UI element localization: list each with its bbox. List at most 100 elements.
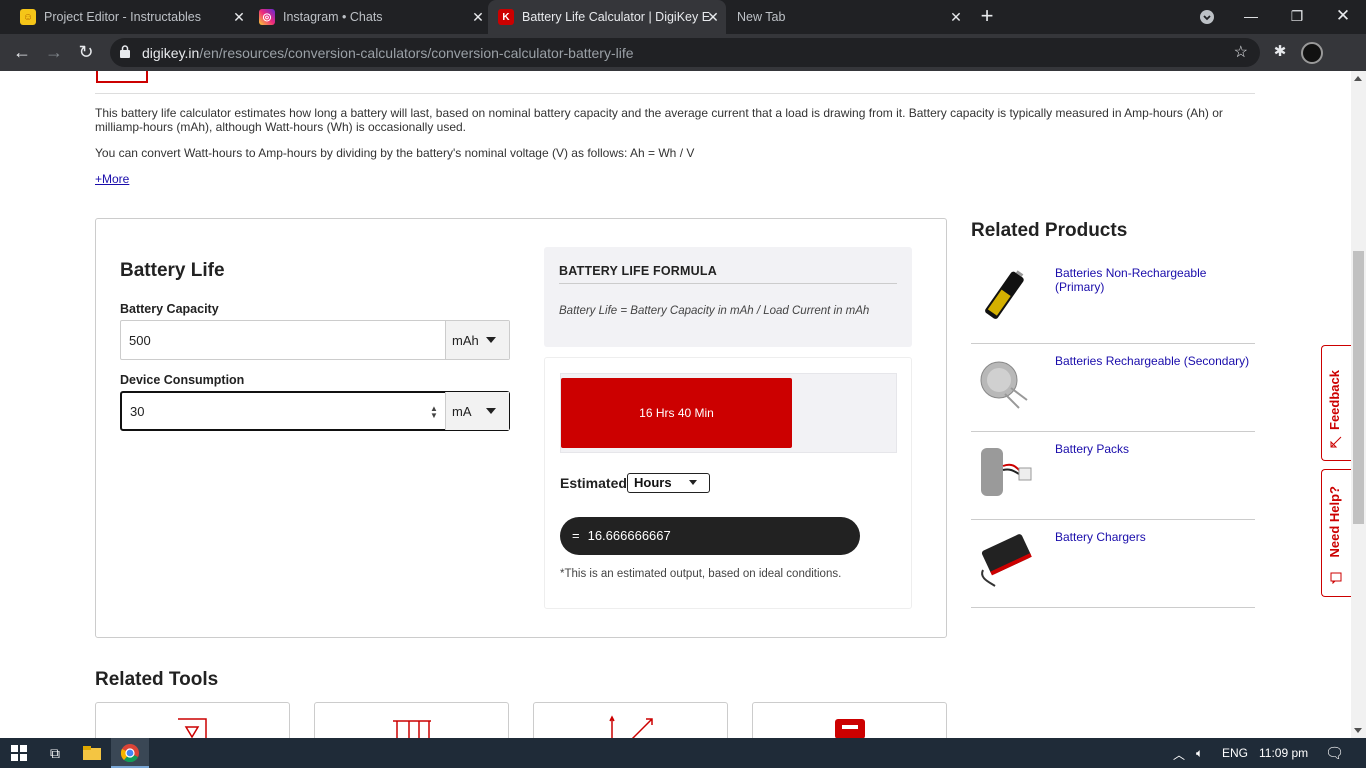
browser-toolbar: ← → ↻ digikey.in/en/resources/conversion…	[0, 34, 1366, 71]
battery-life-calculator: Battery Life Battery Capacity 500 mAh De…	[95, 218, 947, 638]
related-tools-title: Related Tools	[95, 669, 219, 690]
feedback-label: Feedback	[1327, 370, 1342, 430]
feedback-tab[interactable]: Feedback	[1321, 345, 1351, 461]
number-spinner-icon[interactable]: ▲ ▼	[430, 405, 438, 420]
tab-title: New Tab	[737, 10, 786, 24]
estimated-label: Estimated	[560, 475, 627, 491]
chat-bubble-icon	[1330, 572, 1342, 584]
result-output: = 16.666666667	[560, 517, 860, 555]
capacity-unit-value: mAh	[452, 333, 479, 348]
chevron-down-icon	[486, 337, 496, 343]
close-icon[interactable]: ✕	[704, 8, 722, 26]
related-tool-card[interactable]	[314, 702, 509, 738]
language-indicator[interactable]: ENG	[1222, 746, 1248, 760]
extensions-puzzle-icon[interactable]: ✱	[1271, 43, 1289, 61]
scroll-up-icon[interactable]	[1354, 76, 1362, 81]
close-icon[interactable]: ✕	[469, 8, 487, 26]
product-link[interactable]: Batteries Rechargeable (Secondary)	[1055, 354, 1255, 368]
device-consumption-input[interactable]: 30	[130, 404, 144, 419]
product-link[interactable]: Batteries Non-Rechargeable (Primary)	[1055, 266, 1255, 294]
tab-instagram[interactable]: ◎ Instagram • Chats ✕	[251, 0, 487, 34]
calculator-title: Battery Life	[120, 260, 225, 281]
related-tool-card[interactable]	[533, 702, 728, 738]
result-panel: 16 Hrs 40 Min Estimated Hours = 16.666666…	[544, 357, 912, 609]
related-product-item: Batteries Non-Rechargeable (Primary)	[971, 256, 1255, 344]
battery-life-bar: 16 Hrs 40 Min	[560, 373, 897, 453]
calculator-header-icon	[96, 71, 148, 83]
bookmark-star-icon[interactable]: ☆	[1234, 42, 1248, 62]
file-explorer-icon[interactable]	[73, 738, 111, 768]
close-icon[interactable]: ✕	[947, 8, 965, 26]
address-bar[interactable]: digikey.in/en/resources/conversion-calcu…	[110, 38, 1260, 67]
chrome-taskbar-icon[interactable]	[111, 738, 149, 768]
clock[interactable]: 11:09 pm	[1259, 746, 1308, 760]
tab-instructables[interactable]: ☺ Project Editor - Instructables ✕	[12, 0, 248, 34]
estimated-unit-select[interactable]: Hours	[627, 473, 710, 493]
more-link[interactable]: +More	[95, 172, 129, 186]
result-value: 16.666666667	[587, 528, 671, 543]
windows-start-icon[interactable]	[0, 738, 38, 768]
related-tool-card[interactable]	[752, 702, 947, 738]
capacity-unit-select[interactable]: mAh	[445, 321, 509, 359]
divider	[559, 283, 897, 284]
related-products-title: Related Products	[971, 220, 1128, 241]
aa-battery-image	[985, 270, 1024, 319]
intro-paragraph: This battery life calculator estimates h…	[95, 106, 1223, 134]
related-product-item: Batteries Rechargeable (Secondary)	[971, 344, 1255, 432]
product-link[interactable]: Battery Chargers	[1055, 530, 1255, 544]
battery-charger-image	[981, 534, 1032, 587]
estimated-unit-value: Hours	[634, 475, 672, 490]
need-help-label: Need Help?	[1327, 486, 1342, 558]
restore-icon[interactable]: ❐	[1274, 0, 1320, 34]
minimize-icon[interactable]: —	[1228, 0, 1274, 34]
chevron-up-icon[interactable]: ︿	[1173, 746, 1185, 763]
tool-icon	[393, 720, 431, 738]
close-icon[interactable]: ✕	[230, 8, 248, 26]
battery-capacity-input[interactable]: 500	[129, 333, 151, 348]
tab-title: Battery Life Calculator | DigiKey E	[522, 10, 711, 24]
tab-new-tab[interactable]: New Tab ✕	[729, 0, 965, 34]
scrollbar-thumb[interactable]	[1353, 251, 1364, 524]
scroll-down-icon[interactable]	[1354, 728, 1362, 733]
feedback-icon	[1330, 436, 1342, 448]
related-tool-card[interactable]	[95, 702, 290, 738]
product-link[interactable]: Battery Packs	[1055, 442, 1255, 456]
new-tab-plus-icon[interactable]: +	[976, 5, 998, 28]
tool-icon	[609, 715, 653, 738]
back-arrow-icon[interactable]: ←	[10, 40, 34, 64]
page-content: This battery life calculator estimates h…	[0, 71, 1351, 738]
instructables-favicon: ☺	[20, 9, 36, 25]
coin-cell-image	[980, 361, 1028, 409]
divider	[95, 93, 1255, 94]
consumption-unit-value: mA	[452, 404, 472, 419]
task-view-icon[interactable]: ⧉	[36, 738, 74, 768]
window-close-icon[interactable]: ✕	[1320, 0, 1366, 34]
battery-pack-image	[981, 448, 1032, 496]
instagram-favicon: ◎	[259, 9, 275, 25]
tab-search-icon[interactable]	[1184, 0, 1230, 34]
reload-icon[interactable]: ↻	[74, 40, 98, 64]
consumption-unit-select[interactable]: mA	[445, 392, 509, 430]
notifications-icon[interactable]: 🗨︎	[1325, 744, 1344, 762]
browser-tab-strip: ☺ Project Editor - Instructables ✕ ◎ Ins…	[0, 0, 1366, 34]
page-scrollbar[interactable]	[1351, 71, 1366, 738]
related-product-item: Battery Packs	[971, 432, 1255, 520]
formula-box: BATTERY LIFE FORMULA Battery Life = Batt…	[544, 247, 912, 347]
estimate-note: *This is an estimated output, based on i…	[560, 568, 842, 580]
intro-paragraph: You can convert Watt-hours to Amp-hours …	[95, 146, 695, 160]
battery-life-bar-text: 16 Hrs 40 Min	[639, 406, 714, 420]
tab-title: Project Editor - Instructables	[44, 10, 202, 24]
battery-capacity-label: Battery Capacity	[120, 302, 219, 316]
speaker-icon[interactable]: 🔈︎	[1196, 746, 1203, 761]
tool-icon	[178, 718, 207, 738]
lock-icon	[120, 45, 130, 58]
url-text: digikey.in/en/resources/conversion-calcu…	[142, 45, 634, 61]
formula-heading: BATTERY LIFE FORMULA	[559, 264, 717, 278]
formula-text: Battery Life = Battery Capacity in mAh /…	[559, 305, 870, 317]
forward-arrow-icon[interactable]: →	[42, 40, 66, 64]
tab-digikey[interactable]: K Battery Life Calculator | DigiKey E ✕	[488, 0, 726, 34]
battery-capacity-field: 500 mAh	[120, 320, 510, 360]
profile-avatar[interactable]	[1301, 42, 1323, 64]
need-help-tab[interactable]: Need Help?	[1321, 469, 1351, 597]
chevron-down-icon	[689, 480, 697, 485]
